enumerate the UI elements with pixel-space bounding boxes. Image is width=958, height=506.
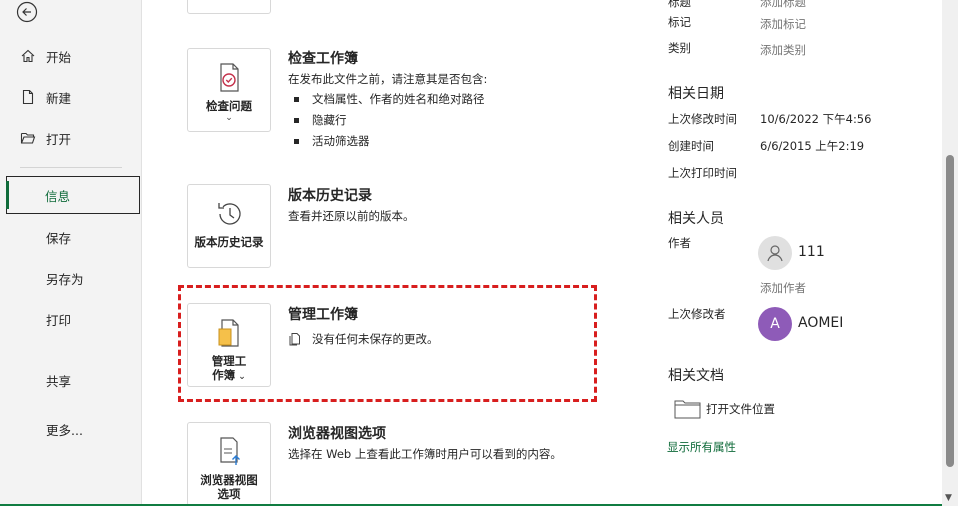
nav-item-save-as[interactable]: 另存为 <box>0 260 140 296</box>
scrollbar-thumb[interactable] <box>946 155 954 467</box>
nav-item-home[interactable]: 开始 <box>0 38 140 74</box>
version-history-button-label: 版本历史记录 <box>194 235 264 249</box>
related-dates-heading: 相关日期 <box>668 86 724 102</box>
last-modified-name: AOMEI <box>798 315 844 331</box>
inspect-button-label: 检查问题 <box>206 99 252 113</box>
nav-item-label: 打开 <box>46 131 72 147</box>
last-modified-by-label: 上次修改者 <box>668 307 726 321</box>
nav-item-label: 共享 <box>46 373 72 389</box>
open-folder-icon <box>20 132 36 144</box>
modified-label: 上次修改时间 <box>668 112 737 126</box>
created-value: 6/6/2015 上午2:19 <box>760 139 865 153</box>
nav-item-label: 开始 <box>46 49 72 65</box>
add-tags-field[interactable]: 添加标记 <box>760 16 806 32</box>
browser-view-icon <box>220 437 240 465</box>
add-author-field[interactable]: 添加作者 <box>760 280 806 296</box>
nav-item-print[interactable]: 打印 <box>0 301 140 337</box>
nav-item-new[interactable]: 新建 <box>0 79 140 115</box>
versions-title: 版本历史记录 <box>288 188 372 204</box>
inspect-document-icon <box>220 63 239 92</box>
title-label: 标题 <box>668 0 691 9</box>
inspect-bullets: 文档属性、作者的姓名和绝对路径 隐藏行 活动筛选器 <box>288 90 485 153</box>
home-icon <box>21 49 35 63</box>
nav-item-share[interactable]: 共享 <box>0 362 140 398</box>
modified-value: 10/6/2022 下午4:56 <box>760 112 872 126</box>
inspect-desc: 在发布此文件之前，请注意其是否包含: <box>288 72 488 86</box>
folder-icon <box>674 400 701 419</box>
nav-item-open[interactable]: 打开 <box>0 120 140 156</box>
chevron-down-icon: ⌄ <box>225 113 233 123</box>
nav-item-label: 打印 <box>46 312 72 328</box>
vertical-scrollbar[interactable]: ▼ <box>942 0 958 506</box>
nav-item-info[interactable]: 信息 <box>6 176 140 214</box>
back-arrow-icon <box>16 1 38 23</box>
nav-item-label: 另存为 <box>46 271 84 287</box>
version-history-button[interactable]: 版本历史记录 <box>187 184 271 268</box>
versions-desc: 查看并还原以前的版本。 <box>288 209 415 223</box>
author-label: 作者 <box>668 236 691 250</box>
nav-item-save[interactable]: 保存 <box>0 219 140 255</box>
open-file-location-label: 打开文件位置 <box>706 402 775 416</box>
last-modified-avatar[interactable]: A <box>758 307 792 341</box>
highlight-annotation-box <box>178 285 597 402</box>
list-item: 活动筛选器 <box>288 132 485 153</box>
back-button[interactable] <box>12 0 42 24</box>
inspect-button[interactable]: 检查问题 ⌄ <box>187 48 271 132</box>
info-main-panel: 检查问题 ⌄ 检查工作簿 在发布此文件之前，请注意其是否包含: 文档属性、作者的… <box>142 0 650 506</box>
show-all-properties-link[interactable]: 显示所有属性 <box>667 439 736 455</box>
nav-item-label: 更多... <box>46 422 83 438</box>
protect-workbook-button[interactable] <box>187 0 271 14</box>
add-title-field[interactable]: 添加标题 <box>760 0 806 10</box>
nav-divider <box>20 167 122 168</box>
nav-item-more[interactable]: 更多... <box>0 411 140 447</box>
browser-view-button-label: 浏览器视图 选项 <box>200 473 258 501</box>
author-name: 111 <box>798 244 825 260</box>
browser-desc: 选择在 Web 上查看此工作簿时用户可以看到的内容。 <box>288 447 562 461</box>
printed-label: 上次打印时间 <box>668 166 737 180</box>
history-clock-icon <box>218 203 241 225</box>
list-item: 隐藏行 <box>288 111 485 132</box>
nav-item-label: 信息 <box>45 188 71 204</box>
tags-label: 标记 <box>668 15 691 29</box>
new-document-icon <box>22 89 34 105</box>
related-docs-heading: 相关文档 <box>668 368 724 384</box>
browser-title: 浏览器视图选项 <box>288 426 386 442</box>
inspect-title: 检查工作簿 <box>288 51 358 67</box>
scroll-down-icon[interactable]: ▼ <box>945 493 952 503</box>
author-avatar[interactable] <box>758 236 792 270</box>
related-people-heading: 相关人员 <box>668 211 724 227</box>
open-file-location-link[interactable]: 打开文件位置 <box>674 398 775 420</box>
add-category-field[interactable]: 添加类别 <box>760 42 806 58</box>
properties-pane: 标题 添加标题 标记 添加标记 类别 添加类别 相关日期 上次修改时间 10/6… <box>650 0 942 506</box>
category-label: 类别 <box>668 41 691 55</box>
backstage-nav: 开始 新建 打开 信息 保存 另存为 打印 共享 更多... <box>0 0 142 506</box>
nav-item-label: 保存 <box>46 230 72 246</box>
nav-item-label: 新建 <box>46 90 72 106</box>
person-icon <box>767 245 783 262</box>
created-label: 创建时间 <box>668 139 714 153</box>
list-item: 文档属性、作者的姓名和绝对路径 <box>288 90 485 111</box>
browser-view-options-button[interactable]: 浏览器视图 选项 <box>187 422 271 506</box>
